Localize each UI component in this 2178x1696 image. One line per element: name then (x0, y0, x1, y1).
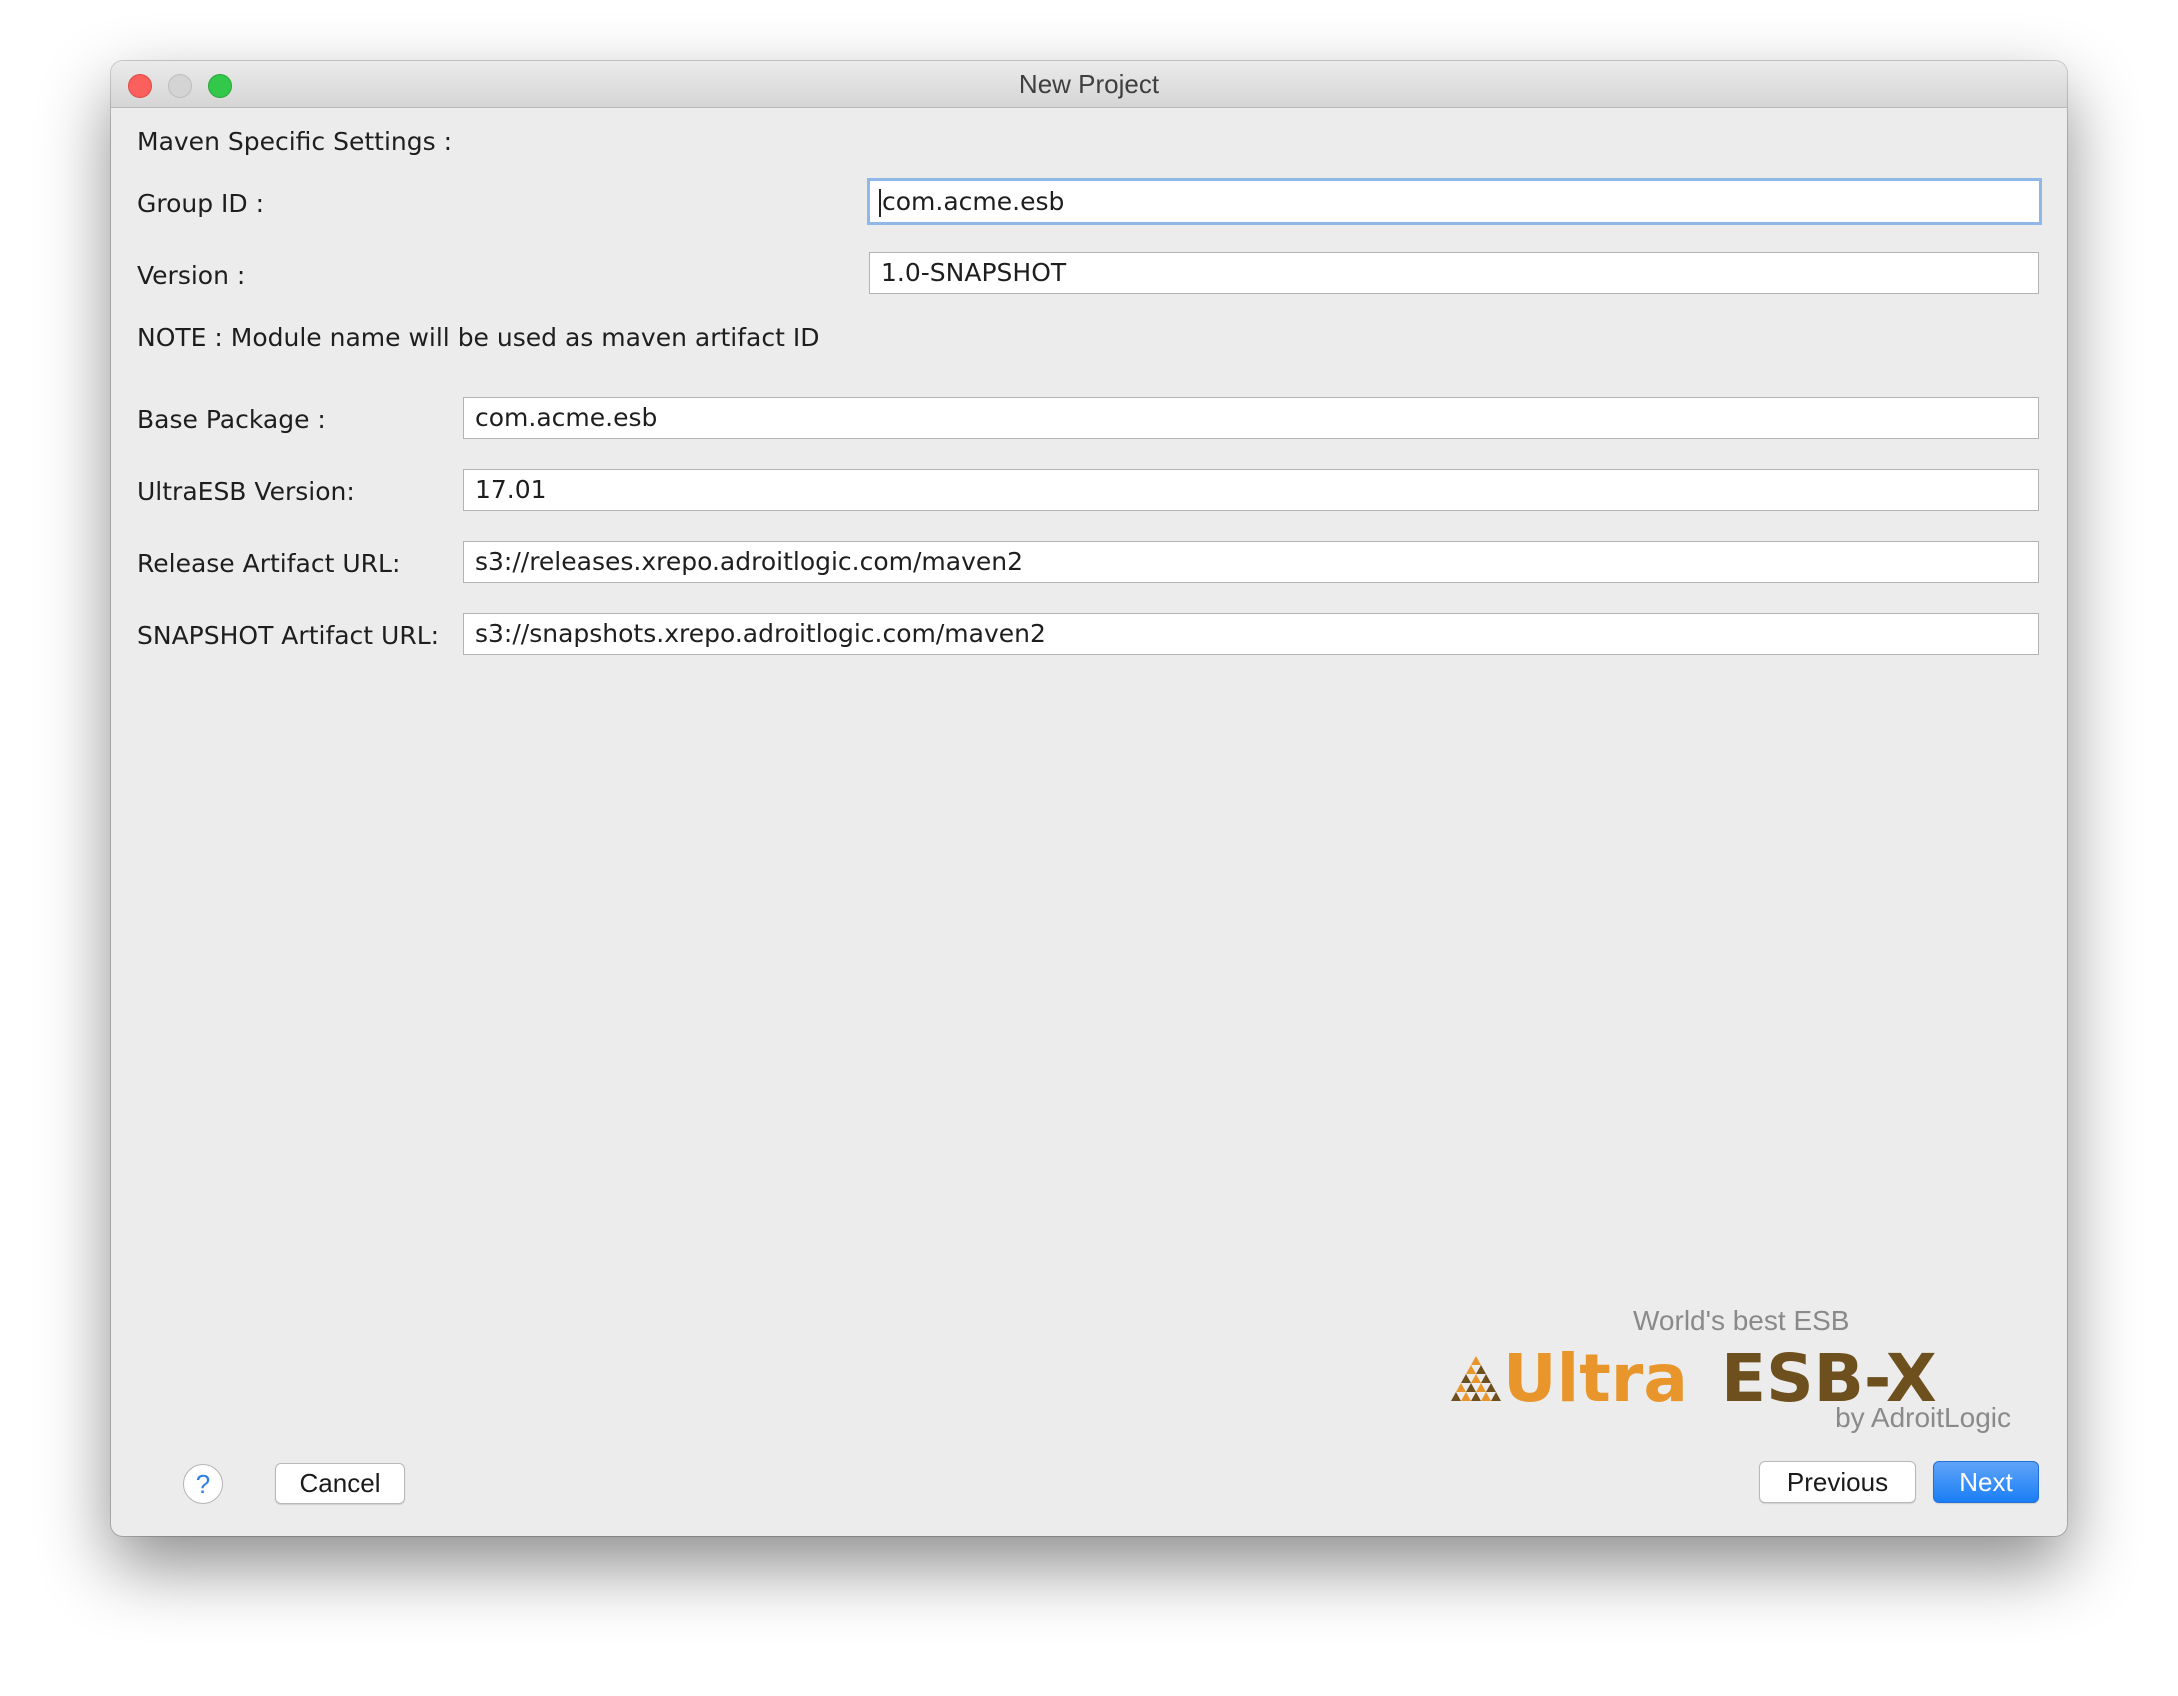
window-title: New Project (1018, 69, 1160, 99)
maven-settings-heading: Maven Specific Settings : (137, 127, 453, 156)
text-caret (879, 189, 881, 217)
logo-name-ultra: Ultra (1503, 1340, 1688, 1417)
triangle-logo-icon (1451, 1356, 1501, 1401)
ultraesb-x-logo: World's best ESB Ultra ESB-X by AdroitLo… (1451, 1305, 2011, 1433)
group-id-input[interactable]: com.acme.esb (867, 178, 2042, 225)
previous-button[interactable]: Previous (1759, 1461, 1916, 1503)
group-id-label: Group ID : (137, 189, 265, 218)
new-project-window: New Project Maven Specific Settings : Gr… (111, 61, 2067, 1536)
minimize-button[interactable] (168, 74, 192, 98)
ultraesb-version-input[interactable]: 17.01 (463, 469, 2039, 511)
help-button[interactable]: ? (183, 1464, 223, 1504)
zoom-button[interactable] (208, 74, 232, 98)
artifact-id-note: NOTE : Module name will be used as maven… (137, 323, 820, 352)
logo-byline: by AdroitLogic (1835, 1402, 2011, 1433)
snapshot-url-input[interactable]: s3://snapshots.xrepo.adroitlogic.com/mav… (463, 613, 2039, 655)
ultraesb-version-label: UltraESB Version: (137, 477, 355, 506)
next-button[interactable]: Next (1933, 1461, 2039, 1503)
cancel-button[interactable]: Cancel (275, 1463, 405, 1504)
logo-tagline: World's best ESB (1633, 1305, 1849, 1336)
release-url-input[interactable]: s3://releases.xrepo.adroitlogic.com/mave… (463, 541, 2039, 583)
title-bar[interactable]: New Project (111, 61, 2067, 108)
base-package-input[interactable]: com.acme.esb (463, 397, 2039, 439)
snapshot-url-label: SNAPSHOT Artifact URL: (137, 621, 440, 650)
base-package-label: Base Package : (137, 405, 326, 434)
release-url-label: Release Artifact URL: (137, 549, 401, 578)
version-label: Version : (137, 261, 246, 290)
group-id-value: com.acme.esb (882, 187, 1065, 216)
version-input[interactable]: 1.0-SNAPSHOT (869, 252, 2039, 294)
close-button[interactable] (128, 74, 152, 98)
